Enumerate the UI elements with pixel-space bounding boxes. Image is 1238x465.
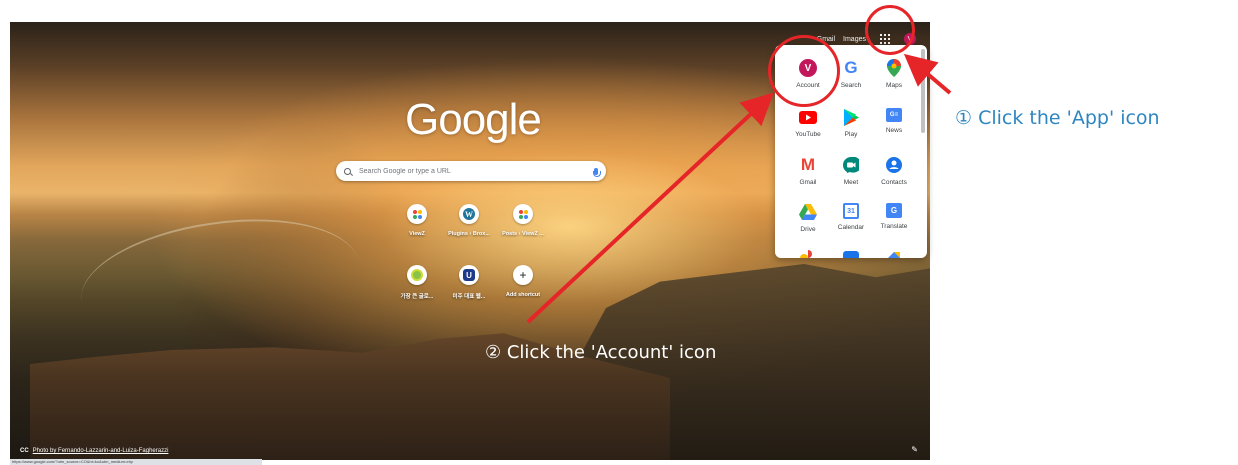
shortcut-label: ViewZ xyxy=(409,231,425,237)
app-label: Maps xyxy=(886,82,902,89)
shortcut-viewz[interactable]: ViewZ xyxy=(387,204,447,237)
highlight-ring-apps xyxy=(865,5,915,55)
app-label: Drive xyxy=(800,226,816,233)
app-label: Meet xyxy=(843,179,859,186)
panel-scrollbar[interactable] xyxy=(921,49,925,133)
app-label: Calendar xyxy=(837,224,865,231)
app-news[interactable]: G≡ News xyxy=(871,108,917,134)
play-store-icon xyxy=(842,108,860,126)
cc-icon: CC xyxy=(20,448,29,454)
app-meet[interactable]: Meet xyxy=(828,156,874,186)
microphone-icon[interactable] xyxy=(593,167,601,177)
app-label: Translate xyxy=(880,223,908,230)
app-gmail[interactable]: M Gmail xyxy=(785,155,831,186)
shortcut-posts[interactable]: Posts ‹ ViewZ ... xyxy=(493,204,553,237)
app-label: News xyxy=(885,127,903,134)
shortcut-korean-site-2[interactable]: U 미주 대표 웹... xyxy=(439,265,499,300)
app-duo-partial[interactable] xyxy=(828,249,874,258)
viewz-icon xyxy=(407,204,427,224)
shortcut-plugins[interactable]: W Plugins ‹ Brox... xyxy=(439,204,499,237)
contacts-icon xyxy=(885,156,903,174)
app-label: Gmail xyxy=(799,179,817,186)
highlight-ring-account xyxy=(768,35,840,107)
add-shortcut-button[interactable]: + Add shortcut xyxy=(493,265,553,298)
viewz-icon xyxy=(513,204,533,224)
shortcut-label: Posts ‹ ViewZ ... xyxy=(502,231,544,237)
wordpress-icon: W xyxy=(459,204,479,224)
shortcut-label: 미주 대표 웹... xyxy=(452,294,486,300)
annotation-step-1: ① Click the 'App' icon xyxy=(955,107,1160,129)
photos-icon xyxy=(799,249,817,258)
search-box[interactable] xyxy=(336,161,606,181)
images-link[interactable]: Images xyxy=(843,36,866,43)
meet-icon xyxy=(842,156,860,174)
search-icon xyxy=(344,167,351,175)
app-translate[interactable]: G Translate xyxy=(871,203,917,230)
shopping-icon xyxy=(885,249,903,258)
app-label: Search xyxy=(840,82,862,89)
app-drive[interactable]: Drive xyxy=(785,203,831,233)
screenshot-stage: Gmail Images V Google ViewZ W Plugins ‹ … xyxy=(0,0,1238,465)
drive-icon xyxy=(799,203,817,221)
green-circle-icon xyxy=(407,265,427,285)
app-photos-partial[interactable] xyxy=(785,249,831,258)
status-bar-url: https://www.google.com/?utm_source=CO&hl… xyxy=(10,459,262,465)
pencil-icon[interactable]: ✎ xyxy=(911,445,918,454)
photo-credit: CC Photo by Fernando-Lazzarin-and-Luiza-… xyxy=(20,448,168,454)
app-label: Play xyxy=(844,131,858,138)
app-label: YouTube xyxy=(795,131,821,138)
shortcut-label: 가장 큰 글로... xyxy=(400,294,434,300)
plus-icon: + xyxy=(513,265,533,285)
app-shopping-partial[interactable] xyxy=(871,249,917,258)
background-road xyxy=(73,203,367,361)
translate-icon: G xyxy=(886,203,902,218)
app-contacts[interactable]: Contacts xyxy=(871,156,917,186)
shortcut-korean-site-1[interactable]: 가장 큰 글로... xyxy=(387,265,447,300)
app-play[interactable]: Play xyxy=(828,108,874,138)
app-maps[interactable]: Maps xyxy=(871,59,917,89)
news-icon: G≡ xyxy=(886,108,902,122)
shortcut-label: Add shortcut xyxy=(505,292,541,298)
search-input[interactable] xyxy=(359,167,594,175)
shortcut-label: Plugins ‹ Brox... xyxy=(448,231,490,237)
maps-pin-icon xyxy=(885,59,903,77)
duo-icon xyxy=(842,249,860,258)
gmail-icon: M xyxy=(800,155,816,174)
youtube-icon xyxy=(799,108,817,126)
u-logo-icon: U xyxy=(459,265,479,285)
app-label: Contacts xyxy=(881,179,907,186)
annotation-step-2: ② Click the 'Account' icon xyxy=(485,342,717,363)
calendar-icon: 31 xyxy=(843,203,859,219)
google-g-icon: G xyxy=(844,58,858,77)
photo-credit-link[interactable]: Photo by Fernando-Lazzarin-and-Luiza-Fag… xyxy=(33,448,169,454)
google-logo: Google xyxy=(405,95,542,144)
app-youtube[interactable]: YouTube xyxy=(785,108,831,138)
app-calendar[interactable]: 31 Calendar xyxy=(828,203,874,231)
